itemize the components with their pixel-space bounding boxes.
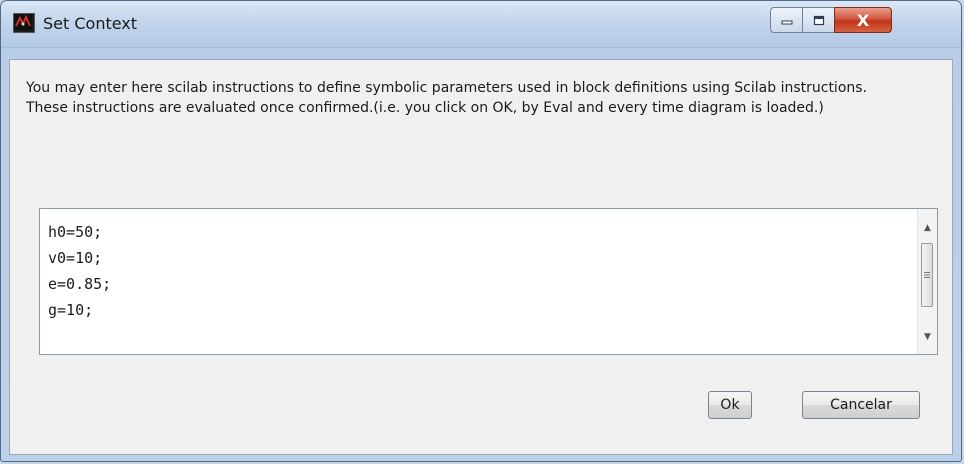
close-button[interactable]: X	[834, 7, 892, 33]
scilab-app-icon	[13, 13, 35, 33]
title-bar[interactable]: Set Context X	[1, 1, 961, 48]
scroll-up-arrow-icon[interactable]: ▲	[922, 223, 933, 233]
cancel-button[interactable]: Cancelar	[802, 391, 920, 419]
scroll-down-arrow-icon[interactable]: ▼	[922, 332, 933, 342]
maximize-icon	[813, 15, 824, 25]
scrollbar-thumb[interactable]	[921, 243, 933, 307]
close-icon: X	[856, 10, 870, 30]
set-context-dialog: Set Context X You may enter here scilab …	[0, 0, 962, 462]
code-line: h0=50;	[48, 223, 103, 241]
minimize-button[interactable]	[770, 7, 803, 33]
description-line-1: You may enter here scilab instructions t…	[26, 80, 868, 96]
context-code[interactable]: h0=50; v0=10; e=0.85; g=10;	[48, 219, 111, 323]
grip-icon	[924, 272, 930, 278]
dialog-content: You may enter here scilab instructions t…	[9, 59, 953, 455]
description-line-2: These instructions are evaluated once co…	[26, 100, 824, 116]
code-line: g=10;	[48, 301, 94, 319]
window-title: Set Context	[43, 14, 138, 33]
minimize-icon	[781, 20, 792, 25]
code-line: e=0.85;	[48, 275, 112, 293]
maximize-button[interactable]	[802, 7, 835, 33]
ok-button[interactable]: Ok	[708, 391, 752, 419]
description-text: You may enter here scilab instructions t…	[26, 78, 926, 118]
vertical-scrollbar[interactable]: ▲ ▼	[917, 209, 937, 354]
code-line: v0=10;	[48, 249, 103, 267]
context-editor[interactable]: h0=50; v0=10; e=0.85; g=10; ▲ ▼	[39, 208, 938, 355]
